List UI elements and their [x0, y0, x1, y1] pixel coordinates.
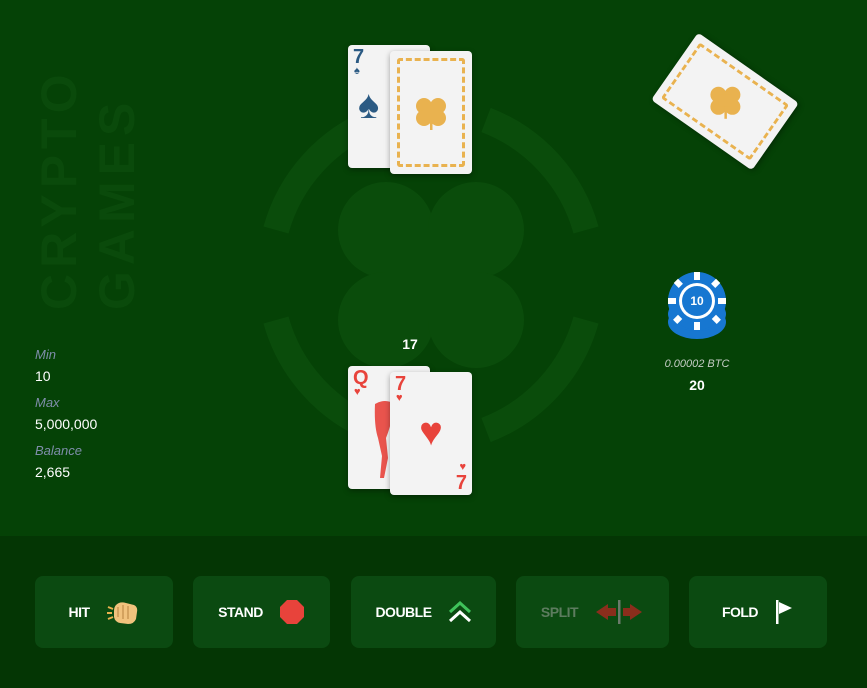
min-label: Min — [35, 347, 56, 362]
double-button[interactable]: DOUBLE — [351, 576, 496, 648]
heart-icon: ♥ — [396, 392, 403, 404]
double-chevron-up-icon — [448, 601, 471, 623]
max-label: Max — [35, 395, 60, 410]
fold-button[interactable]: FOLD — [689, 576, 827, 648]
game-table: CRYPTO GAMES 7 ♠ ♠ 10 0.00002 BTC 20 Min… — [0, 0, 867, 536]
split-arrows-icon — [596, 600, 643, 624]
card-rank: 7 — [455, 472, 467, 494]
bet-amount: 20 — [689, 377, 705, 393]
spade-icon: ♠ — [354, 65, 360, 77]
deck-card-back — [651, 32, 799, 171]
card-rank: 7 — [353, 46, 365, 68]
stand-button[interactable]: STAND — [193, 576, 330, 648]
max-value: 5,000,000 — [35, 416, 98, 432]
clover-icon — [710, 86, 741, 119]
brand-word-2: GAMES — [89, 96, 145, 310]
balance-value: 2,665 — [35, 464, 71, 480]
limits-panel: Min 10 Max 5,000,000 Balance 2,665 — [35, 347, 98, 481]
chip-value: 10 — [690, 294, 704, 308]
brand-word-1: CRYPTO — [31, 68, 87, 310]
split-label: SPLIT — [540, 604, 579, 620]
clover-icon — [416, 98, 446, 130]
flag-icon — [776, 600, 793, 624]
card-rank: Q — [353, 367, 369, 389]
hit-button[interactable]: HIT — [35, 576, 173, 648]
balance-label: Balance — [35, 443, 82, 458]
fold-label: FOLD — [721, 604, 759, 620]
heart-icon: ♥ — [354, 386, 361, 398]
player-score: 17 — [402, 336, 418, 352]
min-value: 10 — [35, 368, 51, 384]
hit-label: HIT — [68, 604, 90, 620]
stop-octagon-icon — [279, 600, 304, 624]
heart-icon: ♥ — [419, 410, 443, 454]
spade-icon: ♠ — [358, 83, 380, 127]
dealer-card-back — [390, 51, 472, 174]
stand-label: STAND — [218, 604, 263, 620]
hand-tap-icon — [106, 602, 137, 624]
brand-watermark: CRYPTO GAMES — [30, 38, 150, 310]
split-button[interactable]: SPLIT — [516, 576, 669, 648]
card-rank: 7 — [395, 373, 407, 395]
double-label: DOUBLE — [375, 604, 432, 620]
player-card-2: 7 ♥ ♥ ♥ 7 — [390, 372, 472, 495]
bet-btc-amount: 0.00002 BTC — [664, 358, 730, 370]
